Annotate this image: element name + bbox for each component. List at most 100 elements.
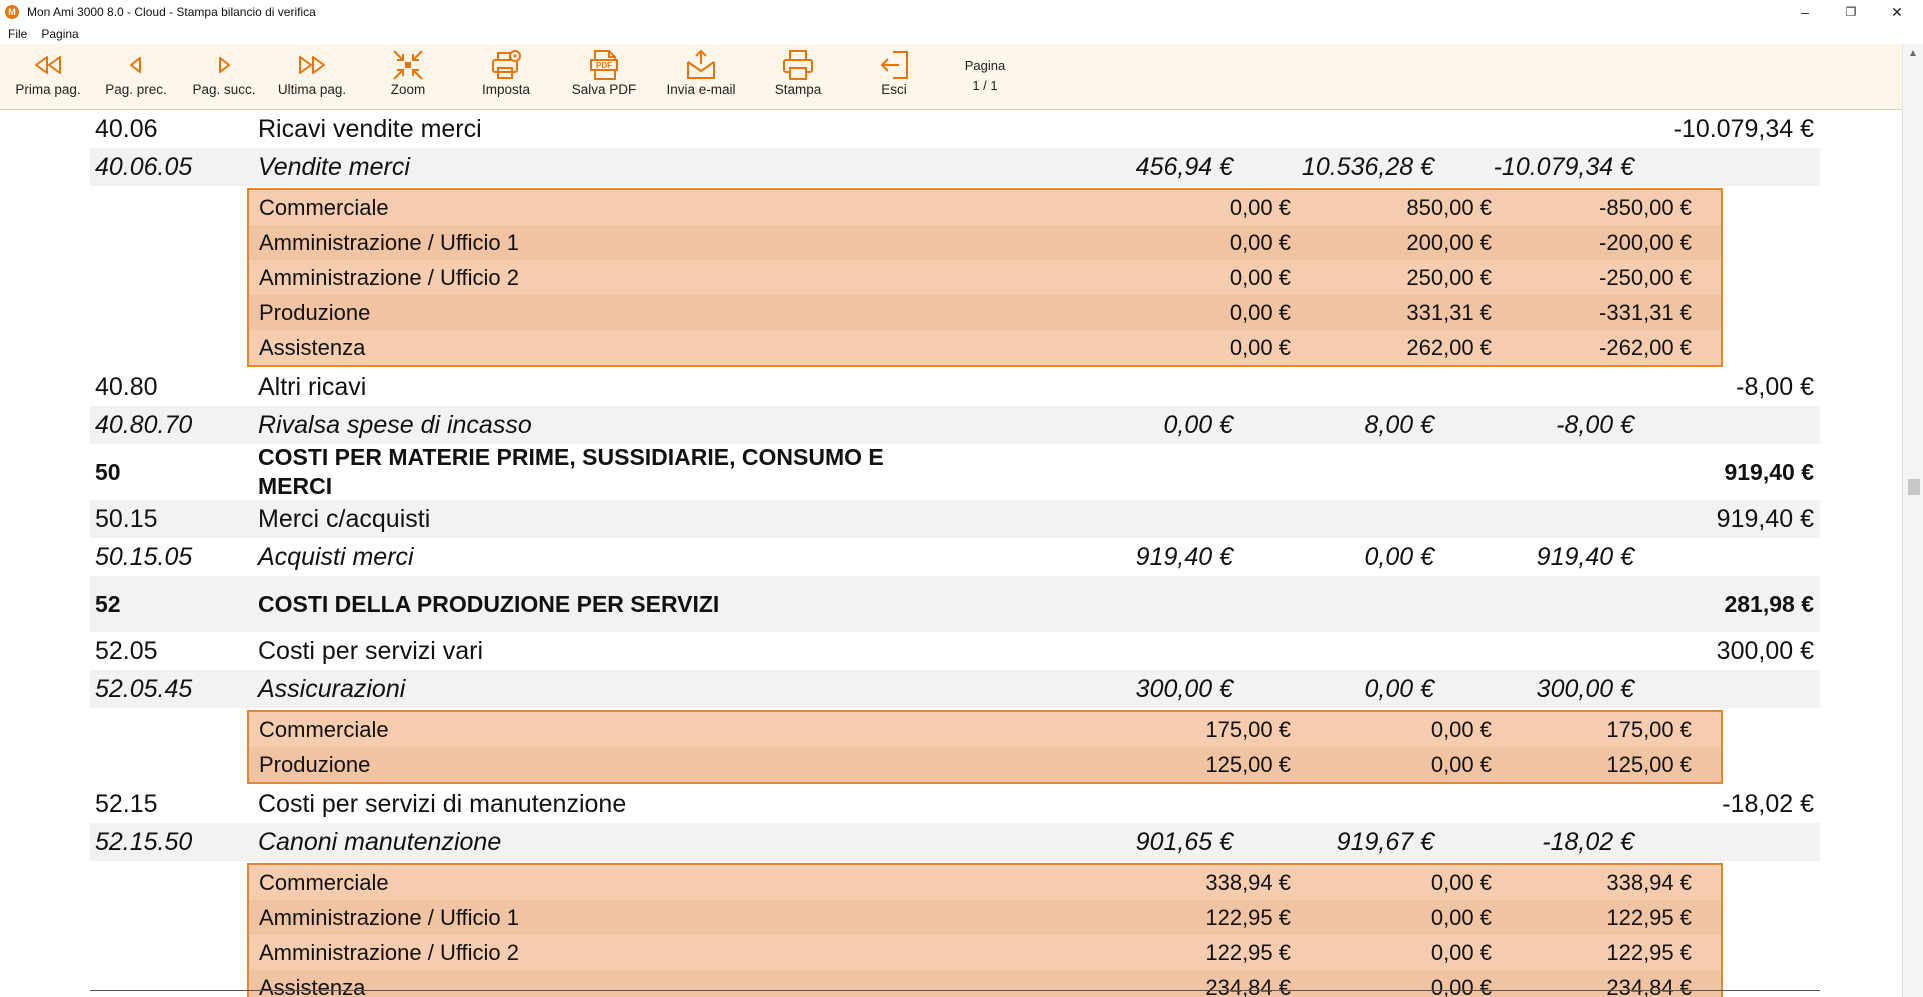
scrollbar-thumb[interactable] [1908, 479, 1920, 495]
amount-dare: 456,94 € [1135, 152, 1233, 181]
save-pdf-button[interactable]: PDF Salva PDF [564, 44, 644, 110]
amount-avere: 850,00 € [1406, 194, 1492, 220]
report-preview: 40.06 Ricavi vendite merci -10.079,34 € 40.… [90, 110, 1820, 997]
amount-dare: 0,00 € [1229, 334, 1291, 360]
setup-button[interactable]: Imposta [466, 44, 546, 110]
amount-saldo: -8,00 € [1556, 410, 1634, 439]
cost-center-row: Assistenza 234,84 € 0,00 € 234,84 € [249, 970, 1721, 997]
account-description: COSTI PER MATERIE PRIME, SUSSIDIARIE, CO… [258, 444, 884, 499]
menu-file[interactable]: File [8, 27, 27, 41]
account-code: 50 [95, 458, 121, 485]
subaccount-row: 40.80.70 Rivalsa spese di incasso 0,00 € 8,… [90, 406, 1820, 444]
print-button[interactable]: Stampa [758, 44, 838, 110]
account-total: 300,00 € [1716, 636, 1814, 665]
amount-saldo: -10.079,34 € [1493, 152, 1634, 181]
print-label: Stampa [774, 82, 822, 97]
setup-label: Imposta [481, 82, 531, 97]
amount-saldo: -18,02 € [1542, 827, 1634, 856]
account-description: Altri ricavi [258, 372, 367, 401]
save-pdf-label: Salva PDF [571, 82, 637, 97]
amount-avere: 0,00 € [1430, 751, 1492, 777]
minimize-button[interactable]: – [1782, 0, 1828, 24]
account-description: Merci c/acquisti [258, 504, 431, 533]
amount-avere: 0,00 € [1430, 904, 1492, 930]
prev-page-button[interactable]: Pag. prec. [98, 44, 174, 110]
amount-dare: 0,00 € [1229, 299, 1291, 325]
cost-center-box: Commerciale 0,00 € 850,00 € -850,00 € Ammini… [247, 188, 1723, 367]
amount-saldo: 122,95 € [1606, 904, 1692, 930]
cost-center-name: Commerciale [259, 194, 389, 220]
cost-center-name: Amministrazione / Ufficio 1 [259, 229, 520, 255]
amount-dare: 901,65 € [1135, 827, 1233, 856]
account-code: 52.15 [95, 789, 158, 818]
amount-avere: 10.536,28 € [1301, 152, 1434, 181]
account-description: Rivalsa spese di incasso [258, 410, 532, 439]
cost-center-row: Commerciale 0,00 € 850,00 € -850,00 € [249, 190, 1721, 225]
account-row: 40.80 Altri ricavi -8,00 € [90, 368, 1820, 406]
printer-settings-icon [492, 50, 521, 79]
cost-center-row: Produzione 125,00 € 0,00 € 125,00 € [249, 747, 1721, 782]
title-bar: M Mon Ami 3000 8.0 - Cloud - Stampa bila… [0, 0, 1923, 24]
toolbar: Prima pag. Pag. prec. Pag. succ. Ultima … [0, 44, 1902, 110]
first-page-label: Prima pag. [15, 82, 81, 97]
amount-saldo: 338,94 € [1606, 869, 1692, 895]
page-indicator: Pagina 1 / 1 [955, 56, 1015, 96]
amount-avere: 919,67 € [1336, 827, 1434, 856]
cost-center-row: Amministrazione / Ufficio 2 122,95 € 0,00 … [249, 935, 1721, 970]
amount-dare: 0,00 € [1163, 410, 1233, 439]
next-page-button[interactable]: Pag. succ. [186, 44, 262, 110]
close-button[interactable]: ✕ [1874, 0, 1920, 24]
exit-button[interactable]: Esci [856, 44, 932, 110]
cost-center-row: Amministrazione / Ufficio 1 0,00 € 200,00 … [249, 225, 1721, 260]
printer-icon [783, 50, 813, 80]
cost-center-row: Assistenza 0,00 € 262,00 € -262,00 € [249, 330, 1721, 365]
amount-saldo: -200,00 € [1599, 229, 1692, 255]
account-total: -10.079,34 € [1673, 114, 1814, 143]
account-row: 52.15 Costi per servizi di manutenzione -1… [90, 785, 1820, 823]
amount-saldo: 234,84 € [1606, 974, 1692, 997]
scroll-up-icon[interactable]: ▲ [1903, 48, 1923, 59]
send-email-button[interactable]: Invia e-mail [660, 44, 742, 110]
cost-center-name: Amministrazione / Ufficio 2 [259, 264, 520, 290]
amount-saldo: 125,00 € [1606, 751, 1692, 777]
amount-saldo: 300,00 € [1536, 674, 1634, 703]
amount-saldo: -331,31 € [1599, 299, 1692, 325]
account-total: 281,98 € [1724, 590, 1814, 617]
account-code: 52 [95, 590, 121, 617]
first-page-button[interactable]: Prima pag. [10, 44, 86, 110]
restore-button[interactable]: ❐ [1828, 0, 1874, 24]
zoom-icon [393, 50, 423, 80]
amount-dare: 300,00 € [1135, 674, 1233, 703]
amount-avere: 0,00 € [1430, 716, 1492, 742]
amount-avere: 331,31 € [1406, 299, 1492, 325]
account-code: 40.80 [95, 372, 158, 401]
amount-saldo: -250,00 € [1599, 264, 1692, 290]
account-total: -8,00 € [1736, 372, 1814, 401]
page-bottom-rule [90, 990, 1820, 991]
menu-pagina[interactable]: Pagina [41, 27, 78, 41]
account-description: Costi per servizi vari [258, 636, 484, 665]
amount-dare: 919,40 € [1135, 542, 1233, 571]
amount-dare: 175,00 € [1205, 716, 1291, 742]
cost-center-row: Amministrazione / Ufficio 1 122,95 € 0,00 … [249, 900, 1721, 935]
cost-center-box: Commerciale 175,00 € 0,00 € 175,00 € Produzi… [247, 710, 1723, 784]
prev-page-label: Pag. prec. [105, 82, 167, 97]
amount-dare: 0,00 € [1229, 229, 1291, 255]
zoom-button[interactable]: Zoom [370, 44, 446, 110]
account-row: 40.06 Ricavi vendite merci -10.079,34 € [90, 110, 1820, 148]
amount-dare: 234,84 € [1205, 974, 1291, 997]
cost-center-name: Commerciale [259, 716, 389, 742]
cost-center-name: Produzione [259, 299, 371, 325]
amount-dare: 122,95 € [1205, 939, 1291, 965]
exit-icon [880, 51, 908, 79]
account-row: 52.05 Costi per servizi vari 300,00 € [90, 632, 1820, 670]
last-page-button[interactable]: Ultima pag. [272, 44, 352, 110]
exit-label: Esci [881, 82, 907, 97]
subaccount-row: 52.05.45 Assicurazioni 300,00 € 0,00 € 300,0… [90, 670, 1820, 708]
subaccount-row: 40.06.05 Vendite merci 456,94 € 10.536,28 €… [90, 148, 1820, 186]
cost-center-name: Produzione [259, 751, 371, 777]
chevron-left-icon [130, 57, 141, 73]
amount-avere: 250,00 € [1406, 264, 1492, 290]
vertical-scrollbar[interactable]: ▲ [1902, 44, 1923, 997]
subaccount-row: 50.15.05 Acquisti merci 919,40 € 0,00 € 919,… [90, 538, 1820, 576]
